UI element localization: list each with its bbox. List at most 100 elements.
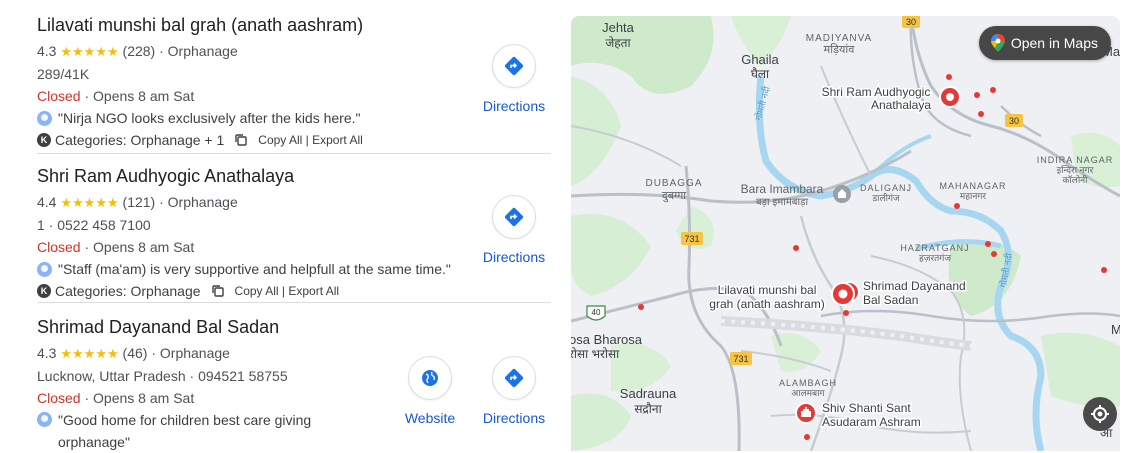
map-label-indira-colony-hi: कॉलोनी: [1062, 174, 1088, 185]
copy-export-links[interactable]: Copy All | Export All: [235, 280, 340, 302]
place-type: Orphanage: [167, 194, 238, 210]
svg-text:Anathalaya: Anathalaya: [871, 98, 931, 112]
reviewer-avatar-icon: [37, 261, 52, 277]
categories-text: Categories: Orphanage: [55, 283, 201, 299]
place-title[interactable]: Shrimad Dayanand Bal Sadan: [37, 315, 551, 339]
website-label[interactable]: Website: [390, 410, 470, 426]
crosshair-icon: [1091, 405, 1109, 423]
svg-text:Shiv Shanti Sant: Shiv Shanti Sant: [822, 401, 911, 415]
route-shield-731: 731: [730, 352, 752, 365]
copy-export-links[interactable]: Copy All | Export All: [258, 129, 363, 151]
svg-text:Lilavati munshi bal: Lilavati munshi bal: [718, 283, 817, 297]
map-panel[interactable]: 30 30 731 731 40 Jehta जेहता MADIYANVA म…: [571, 16, 1120, 451]
map-label-bara-imambara: Bara Imambara: [741, 182, 824, 196]
svg-text:731: 731: [684, 234, 699, 244]
opening-hours: Opens 8 am Sat: [93, 390, 195, 406]
map-label-ghaila-hi: घैला: [751, 67, 770, 81]
map-label-bharosa: osa Bharosa: [571, 332, 643, 347]
map-label-alambagh-hi: आलमबाग: [791, 388, 825, 398]
directions-button[interactable]: Directions: [474, 195, 554, 265]
rating-stars: ★★★★★: [60, 346, 119, 361]
google-maps-pin-icon: [990, 34, 1005, 52]
map-label-dubagga-hi: दुबग्गा: [662, 190, 686, 203]
map-label-daliganj-hi: डालीगंज: [871, 192, 900, 203]
svg-text:Asudaram Ashram: Asudaram Ashram: [822, 415, 921, 429]
directions-label[interactable]: Directions: [474, 98, 554, 114]
map-label-jehta: Jehta: [602, 20, 635, 35]
svg-text:Bal Sadan: Bal Sadan: [863, 293, 918, 307]
k-logo-icon: K: [37, 284, 51, 298]
review-text: "Good home for children best care giving…: [58, 412, 312, 450]
svg-text:Shri Ram Audhyogic: Shri Ram Audhyogic: [822, 85, 931, 99]
svg-text:30: 30: [906, 17, 916, 27]
map-label-mahanagar: MAHANAGAR: [939, 181, 1006, 191]
review-text: "Nirja NGO looks exclusively after the k…: [58, 110, 361, 126]
map-label-hazratganj: HAZRATGANJ: [900, 243, 969, 253]
map-label-madiyanva-hi: मड़ियांव: [824, 43, 856, 56]
rating-value: 4.3: [37, 345, 57, 361]
map-canvas[interactable]: 30 30 731 731 40 Jehta जेहता MADIYANVA म…: [571, 16, 1120, 451]
place-card[interactable]: Shrimad Dayanand Bal Sadan 4.3 ★★★★★ (46…: [37, 315, 551, 451]
svg-text:40: 40: [592, 308, 601, 317]
svg-text:30: 30: [1009, 116, 1019, 126]
reviewer-avatar-icon: [37, 110, 52, 126]
place-title[interactable]: Shri Ram Audhyogic Anathalaya: [37, 164, 551, 188]
place-card[interactable]: Lilavati munshi bal grah (anath aashram)…: [37, 13, 551, 154]
svg-text:grah (anath aashram): grah (anath aashram): [709, 297, 824, 311]
directions-button[interactable]: Directions: [474, 44, 554, 114]
review-count[interactable]: (121): [123, 194, 156, 210]
map-label-hazratganj-hi: हज़रतगंज: [919, 253, 951, 263]
rating-value: 4.3: [37, 43, 57, 59]
review-count[interactable]: (228): [123, 43, 156, 59]
website-globe-icon[interactable]: [408, 356, 452, 400]
rating-stars: ★★★★★: [60, 44, 119, 59]
directions-label[interactable]: Directions: [474, 249, 554, 265]
map-label-alambagh: ALAMBAGH: [779, 378, 837, 388]
map-label-indira-nagar: INDIRA NAGAR: [1037, 155, 1114, 165]
map-label-dubagga: DUBAGGA: [645, 178, 702, 189]
map-label-sadrauna-hi: सद्रौना: [634, 402, 662, 416]
route-shield-30: 30: [902, 16, 920, 28]
place-card[interactable]: Shri Ram Audhyogic Anathalaya 4.4 ★★★★★ …: [37, 164, 551, 303]
open-in-maps-label[interactable]: Open in Maps: [1011, 35, 1098, 51]
map-label-bharosa-hi: रोसा भरोसा: [571, 347, 620, 361]
my-location-button[interactable]: [1083, 397, 1117, 431]
k-logo-icon: K: [37, 133, 51, 147]
reviewer-avatar-icon: [37, 412, 52, 427]
place-title[interactable]: Lilavati munshi bal grah (anath aashram): [37, 13, 551, 37]
status-closed: Closed: [37, 88, 81, 104]
categories-text: Categories: Orphanage + 1: [55, 132, 225, 148]
svg-text:Shrimad Dayanand: Shrimad Dayanand: [863, 279, 966, 293]
route-shield-30: 30: [1005, 114, 1023, 127]
map-label-bara-imambara-hi: बड़ा इमामबाड़ा: [756, 197, 809, 208]
map-label-mahanagar-hi: महानगर: [960, 191, 987, 201]
open-in-maps-button[interactable]: Open in Maps: [978, 26, 1111, 60]
status-closed: Closed: [37, 390, 81, 406]
directions-icon[interactable]: [492, 195, 536, 239]
directions-icon[interactable]: [492, 44, 536, 88]
route-shield-40: 40: [586, 305, 606, 321]
rating-stars: ★★★★★: [60, 195, 119, 210]
review-text: "Staff (ma'am) is very supportive and he…: [58, 261, 451, 277]
place-type: Orphanage: [167, 43, 238, 59]
copy-icon[interactable]: [234, 133, 248, 147]
opening-hours: Opens 8 am Sat: [93, 239, 195, 255]
directions-button[interactable]: Directions: [474, 356, 554, 426]
map-label-ghaila: Ghaila: [741, 52, 779, 67]
directions-label[interactable]: Directions: [474, 410, 554, 426]
categories-line: K Categories: Orphanage + 1 Copy All | E…: [37, 129, 551, 151]
categories-line: K Categories: Orphanage Copy All | Expor…: [37, 280, 551, 302]
map-label-edge: M: [1111, 322, 1120, 337]
directions-icon[interactable]: [492, 356, 536, 400]
map-label-indira-nagar-hi: इन्दिरा नगर: [1057, 164, 1094, 175]
copy-icon[interactable]: [211, 284, 225, 298]
svg-text:731: 731: [733, 354, 748, 364]
map-label-madiyanva: MADIYANVA: [806, 33, 872, 44]
place-type: Orphanage: [159, 345, 230, 361]
opening-hours: Opens 8 am Sat: [93, 88, 195, 104]
route-shield-731: 731: [681, 232, 703, 245]
monument-icon[interactable]: [833, 185, 851, 203]
map-label-jehta-hi: जेहता: [605, 36, 631, 50]
website-button[interactable]: Website: [390, 356, 470, 426]
review-count[interactable]: (46): [123, 345, 148, 361]
